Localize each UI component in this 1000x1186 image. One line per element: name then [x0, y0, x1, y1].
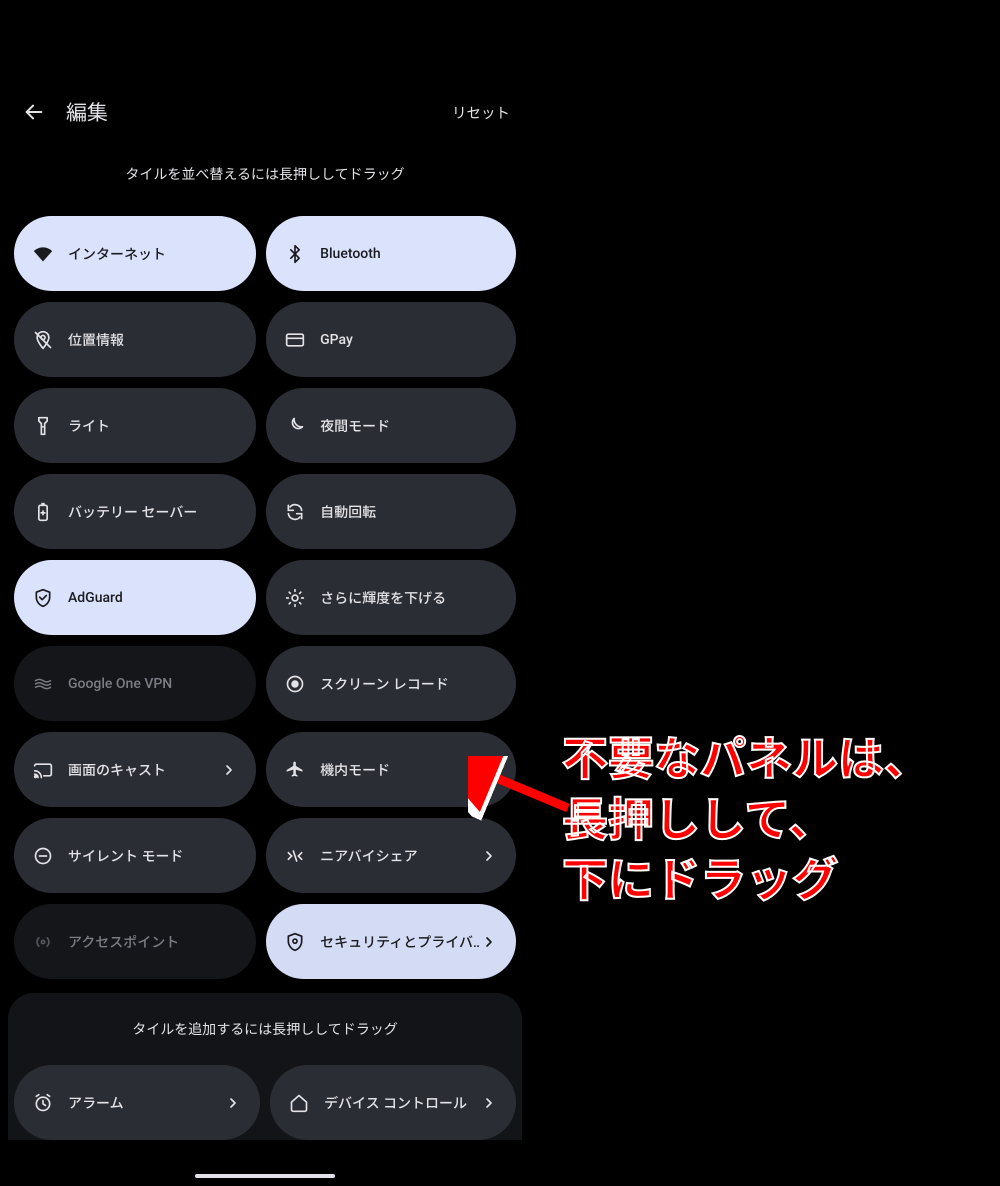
shield-check-icon — [32, 587, 54, 609]
wifi-icon — [32, 243, 54, 265]
hotspot-icon — [32, 931, 54, 953]
tile-label: インターネット — [68, 244, 238, 264]
back-button[interactable] — [14, 92, 54, 132]
tile-label: AdGuard — [68, 590, 238, 606]
active-tiles-grid: インターネット Bluetooth 位置情報 GPay ライト — [0, 216, 530, 979]
battery-icon — [32, 501, 54, 523]
tile-silent[interactable]: サイレント モード — [14, 818, 256, 893]
tile-label: 位置情報 — [68, 330, 238, 350]
annotation-line: 長押しして、 — [562, 791, 930, 852]
tile-label: ライト — [68, 416, 238, 436]
tile-label: さらに輝度を下げる — [320, 588, 498, 608]
moon-icon — [284, 415, 306, 437]
gesture-nav-bar[interactable] — [195, 1174, 335, 1178]
annotation-line: 下にドラッグ — [562, 851, 930, 912]
tile-security-privacy[interactable]: セキュリティとプライバ‥ — [266, 904, 516, 979]
tile-battery-saver[interactable]: バッテリー セーバー — [14, 474, 256, 549]
tile-label: セキュリティとプライバ‥ — [320, 932, 480, 952]
arrow-back-icon — [23, 101, 45, 123]
tile-hotspot[interactable]: アクセスポイント — [14, 904, 256, 979]
tile-device-controls[interactable]: デバイス コントロール — [270, 1065, 516, 1140]
chevron-right-icon — [480, 934, 498, 950]
tile-night-mode[interactable]: 夜間モード — [266, 388, 516, 463]
location-off-icon — [32, 329, 54, 351]
tile-label: Bluetooth — [320, 246, 498, 262]
tile-cast[interactable]: 画面のキャスト — [14, 732, 256, 807]
tile-flashlight[interactable]: ライト — [14, 388, 256, 463]
airplane-icon — [284, 759, 306, 781]
tile-adguard[interactable]: AdGuard — [14, 560, 256, 635]
tile-internet[interactable]: インターネット — [14, 216, 256, 291]
chevron-right-icon — [480, 848, 498, 864]
tile-label: アクセスポイント — [68, 932, 238, 952]
bluetooth-icon — [284, 243, 306, 265]
topbar: 編集 リセット — [0, 84, 530, 140]
inactive-tiles-section: タイルを追加するには長押ししてドラッグ アラーム デバイス コントロール — [8, 993, 522, 1140]
tile-label: スクリーン レコード — [320, 674, 498, 694]
chevron-right-icon — [480, 1095, 498, 1111]
brightness-low-icon — [284, 587, 306, 609]
tile-google-one-vpn[interactable]: Google One VPN — [14, 646, 256, 721]
tile-label: バッテリー セーバー — [68, 502, 238, 522]
vpn-icon — [32, 673, 54, 695]
tile-location[interactable]: 位置情報 — [14, 302, 256, 377]
tile-label: 自動回転 — [320, 502, 498, 522]
rearrange-hint: タイルを並べ替えるには長押ししてドラッグ — [0, 164, 530, 184]
cast-icon — [32, 759, 54, 781]
tile-nearby-share[interactable]: ニアバイシェア — [266, 818, 516, 893]
tile-label: Google One VPN — [68, 676, 238, 692]
tile-screen-record[interactable]: スクリーン レコード — [266, 646, 516, 721]
tile-auto-rotate[interactable]: 自動回転 — [266, 474, 516, 549]
chevron-right-icon — [220, 762, 238, 778]
page-title: 編集 — [66, 97, 108, 127]
tile-label: デバイス コントロール — [324, 1093, 480, 1113]
tile-label: 夜間モード — [320, 416, 498, 436]
tile-label: ニアバイシェア — [320, 846, 480, 866]
tile-label: GPay — [320, 332, 498, 348]
flashlight-icon — [32, 415, 54, 437]
alarm-icon — [32, 1092, 54, 1114]
tile-bluetooth[interactable]: Bluetooth — [266, 216, 516, 291]
shield-icon — [284, 931, 306, 953]
rotate-icon — [284, 501, 306, 523]
add-hint: タイルを追加するには長押ししてドラッグ — [14, 1019, 516, 1039]
tile-label: アラーム — [68, 1093, 224, 1113]
record-icon — [284, 673, 306, 695]
dnd-icon — [32, 845, 54, 867]
reset-button[interactable]: リセット — [452, 102, 510, 123]
card-icon — [284, 329, 306, 351]
qs-edit-screen: 編集 リセット タイルを並べ替えるには長押ししてドラッグ インターネット Blu… — [0, 0, 530, 1186]
nearby-icon — [284, 845, 306, 867]
annotation-line: 不要なパネルは、 — [562, 730, 930, 791]
home-icon — [288, 1092, 310, 1114]
tile-label: サイレント モード — [68, 846, 238, 866]
tile-alarm[interactable]: アラーム — [14, 1065, 260, 1140]
tile-label: 画面のキャスト — [68, 760, 220, 780]
tile-extra-dim[interactable]: さらに輝度を下げる — [266, 560, 516, 635]
annotation-text: 不要なパネルは、 長押しして、 下にドラッグ — [562, 730, 930, 912]
tile-gpay[interactable]: GPay — [266, 302, 516, 377]
inactive-tiles-grid: アラーム デバイス コントロール — [14, 1065, 516, 1140]
chevron-right-icon — [224, 1095, 242, 1111]
